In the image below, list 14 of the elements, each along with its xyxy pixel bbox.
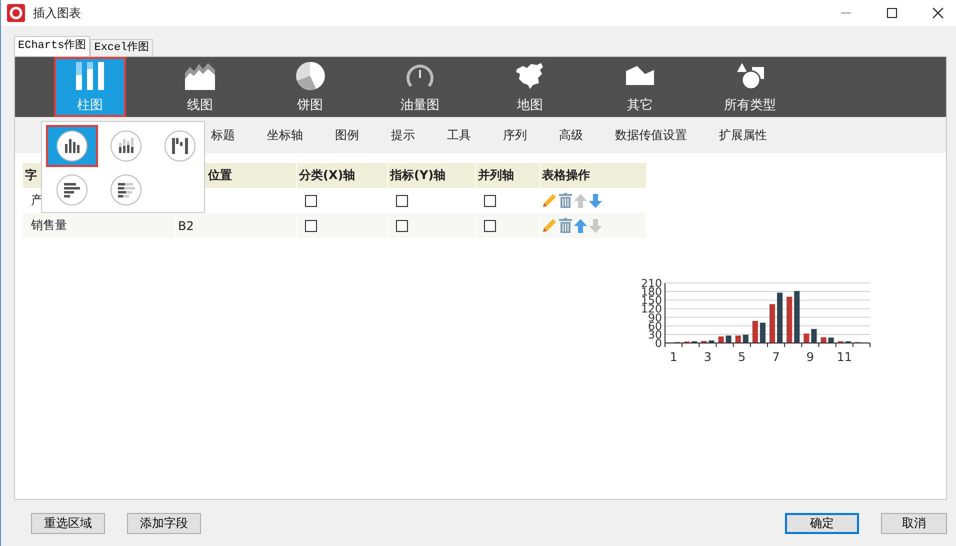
column-header: 指标(Y)轴 bbox=[388, 163, 476, 188]
axis-label: 3 bbox=[704, 350, 712, 364]
table-cell: B2 bbox=[178, 218, 194, 232]
axis-label: 1 bbox=[670, 350, 678, 364]
column-header: 表格操作 bbox=[540, 163, 646, 188]
axis-label: 0 bbox=[655, 337, 662, 350]
column-header: 并列轴 bbox=[476, 163, 540, 188]
window-title: 插入图表 bbox=[33, 4, 81, 22]
column-header: 分类(X)轴 bbox=[296, 163, 388, 188]
axis-label: 11 bbox=[836, 350, 852, 364]
table-cell-text: 销售量 bbox=[30, 218, 67, 232]
axis-label: 7 bbox=[772, 350, 780, 364]
axis-label: 9 bbox=[806, 350, 814, 364]
axis-label: 5 bbox=[738, 350, 746, 364]
